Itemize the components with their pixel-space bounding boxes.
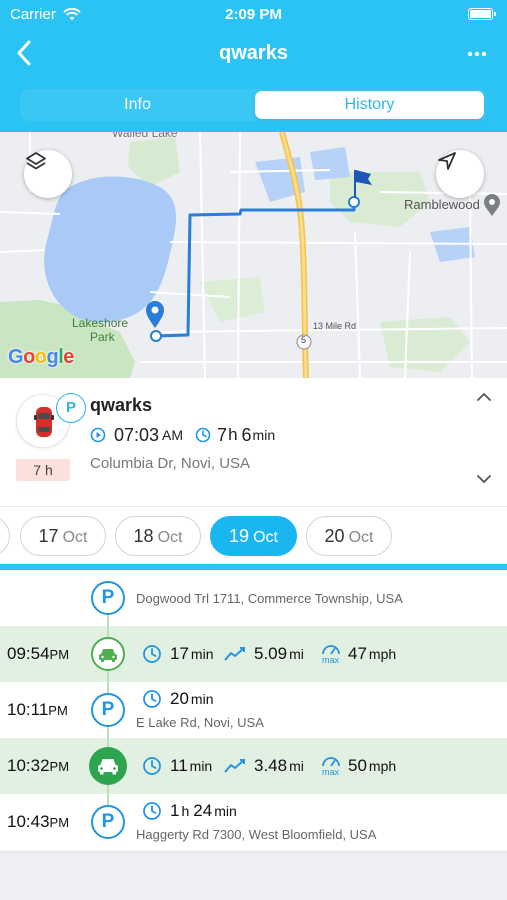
parking-status-badge: P: [56, 393, 86, 423]
date-pill-20-oct[interactable]: 20 Oct: [306, 516, 392, 556]
parking-icon: P: [91, 693, 125, 727]
trend-line-icon: [224, 647, 245, 661]
vehicle-name: qwarks: [90, 395, 153, 415]
row-address: Dogwood Trl 1711, Commerce Township, USA: [136, 591, 403, 606]
timeline-row-parking[interactable]: 10:11PM P 20 min E Lake Rd, Novi, USA: [0, 682, 507, 738]
date-pill-partial[interactable]: [0, 516, 10, 556]
clock-icon: [143, 690, 161, 708]
vehicle-time-row: 07:03 AM 7 h 6 min: [90, 424, 275, 446]
date-pill-17-oct[interactable]: 17 Oct: [20, 516, 106, 556]
nav-bar: qwarks: [0, 34, 507, 74]
map-view[interactable]: Walled Lake Ramblewood Lakeshore Park 13…: [0, 132, 507, 378]
duration-hours: 7: [217, 424, 228, 445]
timeline-row-trip[interactable]: 09:54PM 17 min 5.09 mi max 47 mph: [0, 626, 507, 682]
clock-icon: [143, 645, 161, 663]
vehicle-address: Columbia Dr, Novi, USA: [90, 455, 251, 472]
chevron-down-icon[interactable]: [477, 474, 491, 484]
row-time: 10:43PM: [7, 812, 70, 831]
date-selector[interactable]: 17 Oct 18 Oct 19 Oct 20 Oct: [0, 506, 507, 564]
map-layers-button[interactable]: [24, 150, 72, 198]
trip-duration: 11 min: [142, 738, 212, 794]
duration-minutes: 6: [241, 424, 252, 445]
parking-duration: 1h 24 min: [142, 794, 237, 828]
status-bar: Carrier 2:09 PM: [0, 6, 507, 24]
parking-icon: P: [91, 581, 125, 615]
trip-distance: 5.09 mi: [224, 626, 304, 682]
map-label-walled-lake: Walled Lake: [112, 132, 178, 140]
google-logo: Google: [8, 346, 74, 368]
trip-max-speed: max 47 mph: [320, 642, 397, 666]
timeline-connector: [107, 615, 109, 626]
row-address: E Lake Rd, Novi, USA: [136, 715, 264, 730]
map-locate-button[interactable]: [436, 150, 484, 198]
vehicle-card[interactable]: P 7 h qwarks 07:03 AM 7 h 6 min Columbia…: [0, 378, 507, 506]
timeline-row-parking[interactable]: 10:43PM P 1h 24 min Haggerty Rd 7300, Wes…: [0, 794, 507, 850]
speedometer-icon: max: [320, 642, 342, 666]
parking-duration: 20 min: [142, 682, 213, 716]
clock-icon: [195, 427, 211, 443]
tab-history[interactable]: History: [255, 91, 484, 119]
battery-icon: [468, 8, 496, 20]
row-address: Haggerty Rd 7300, West Bloomfield, USA: [136, 827, 377, 842]
duration-badge: 7 h: [16, 459, 70, 481]
parking-icon: P: [91, 805, 125, 839]
row-time: 09:54PM: [7, 644, 70, 663]
more-options-icon[interactable]: [467, 44, 487, 64]
clock-icon: [143, 802, 161, 820]
segmented-control: Info History: [20, 89, 487, 121]
map-canvas: [0, 132, 507, 378]
duration-minutes-unit: min: [252, 427, 276, 443]
trip-car-icon: [91, 637, 125, 671]
clock-icon: [143, 757, 161, 775]
map-label-park: Park: [90, 330, 115, 344]
timeline-row-parking[interactable]: P Dogwood Trl 1711, Commerce Township, U…: [0, 570, 507, 626]
trend-line-icon: [224, 759, 245, 773]
status-time: 2:09 PM: [225, 6, 282, 23]
duration-hours-unit: h: [228, 425, 238, 444]
trip-car-icon-active: [89, 747, 127, 785]
map-label-ramblewood: Ramblewood: [404, 197, 480, 212]
app-screen: Carrier 2:09 PM qwarks Info History Wall…: [0, 0, 507, 900]
navigation-arrow-icon: [438, 152, 456, 170]
header: Carrier 2:09 PM qwarks Info History: [0, 0, 507, 132]
bottom-empty-area: [0, 852, 507, 900]
start-time: 07:03: [114, 424, 160, 445]
timeline-row-trip[interactable]: 10:32PM 11 min 3.48 mi max 50 mph: [0, 738, 507, 794]
date-pill-18-oct[interactable]: 18 Oct: [115, 516, 201, 556]
chevron-up-icon[interactable]: [477, 392, 491, 402]
tab-info[interactable]: Info: [22, 91, 253, 119]
start-ampm: AM: [162, 427, 184, 443]
map-label-13-mile-rd: 13 Mile Rd: [313, 321, 357, 331]
trip-distance: 3.48 mi: [224, 738, 304, 794]
date-pill-19-oct[interactable]: 19 Oct: [210, 516, 297, 556]
row-time: 10:11PM: [7, 700, 68, 719]
play-clock-icon: [90, 427, 106, 443]
page-title: qwarks: [219, 42, 288, 64]
trip-duration: 17 min: [142, 626, 213, 682]
map-label-route-5: 5: [301, 335, 307, 345]
speedometer-icon: max: [320, 754, 342, 778]
map-label-lakeshore: Lakeshore: [72, 316, 129, 330]
layers-icon: [26, 152, 46, 170]
trip-max-speed: max 50 mph: [320, 754, 397, 778]
row-time: 10:32PM: [7, 756, 70, 775]
